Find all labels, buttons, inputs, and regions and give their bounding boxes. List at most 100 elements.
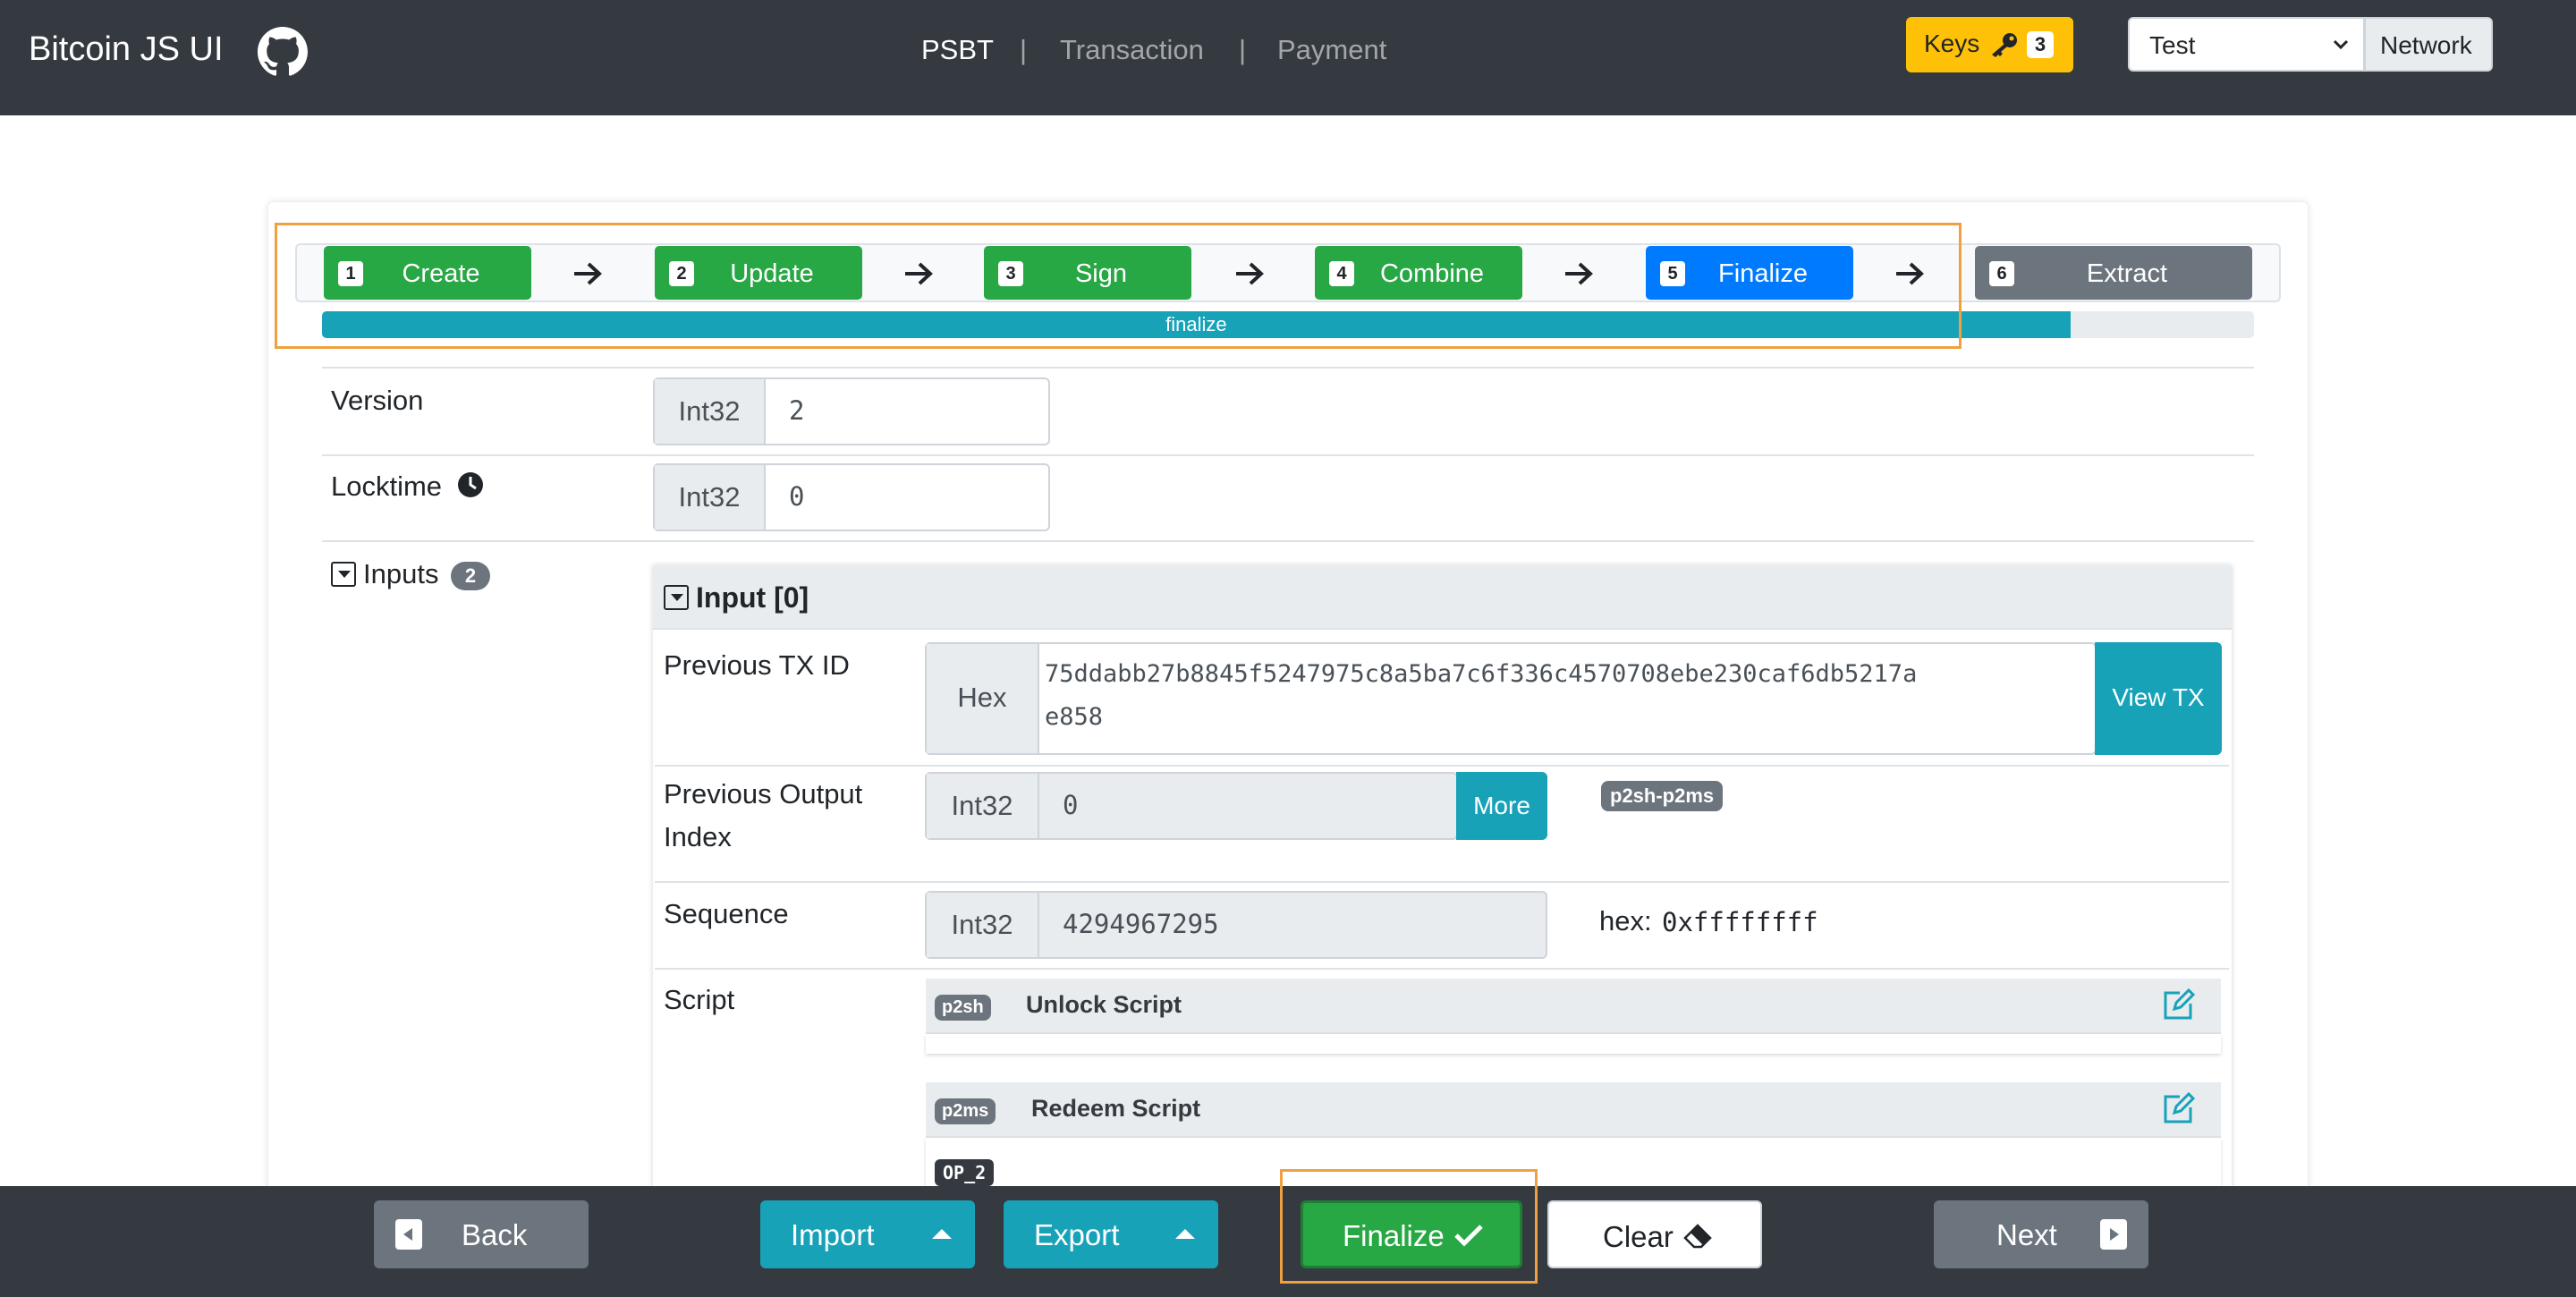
collapse-caret-icon[interactable] [331, 562, 356, 587]
arrow-right-icon [905, 262, 933, 285]
prev-txid-line-2[interactable]: e858 [1045, 703, 1103, 731]
prev-out-label-2: Index [664, 821, 732, 852]
redeem-script-body: OP_2 [926, 1138, 2221, 1191]
prev-out-label: Previous Output [664, 778, 863, 810]
divider [655, 765, 2229, 767]
next-label: Next [1996, 1218, 2057, 1251]
keys-button[interactable]: Keys 3 [1906, 17, 2073, 72]
sequence-label: Sequence [664, 898, 789, 929]
keys-count-badge: 3 [2027, 31, 2054, 58]
arrow-right-icon [574, 262, 602, 285]
brand-title[interactable]: Bitcoin JS UI [29, 30, 224, 69]
version-label: Version [331, 385, 424, 416]
input-prefix: Int32 [655, 465, 766, 530]
step-combine[interactable]: 4 Combine [1315, 246, 1522, 300]
caret-left-icon [395, 1219, 422, 1250]
network-label: Network [2364, 17, 2493, 72]
step-label: Finalize [1718, 259, 1808, 288]
redeem-script-title: Redeem Script [1031, 1095, 1201, 1122]
back-label: Back [462, 1218, 528, 1251]
version-input-group: Int32 2 [653, 377, 1050, 445]
clear-label: Clear [1603, 1220, 1674, 1253]
version-input[interactable]: 2 [789, 395, 804, 426]
arrow-right-icon [1565, 262, 1593, 285]
script-label: Script [664, 984, 735, 1015]
progress-bar: finalize [322, 311, 2254, 338]
divider [322, 367, 2254, 369]
chevron-down-icon [2333, 39, 2349, 50]
export-button[interactable]: Export [1004, 1200, 1218, 1268]
import-button[interactable]: Import [760, 1200, 975, 1268]
prev-out-input-group: Int32 0 [925, 772, 1458, 840]
arrow-right-icon [1896, 262, 1924, 285]
unlock-script-header[interactable]: p2sh Unlock Script [926, 979, 2221, 1034]
nav-psbt[interactable]: PSBT [921, 34, 994, 66]
sequence-input[interactable]: 4294967295 [1063, 909, 1219, 939]
input-prefix: Int32 [927, 893, 1039, 957]
hex-label: hex: [1599, 905, 1652, 937]
nav-separator: | [1020, 34, 1028, 65]
inputs-label[interactable]: Inputs [363, 558, 438, 590]
network-select-value: Test [2149, 31, 2196, 59]
redeem-script-badge: p2ms [935, 1098, 996, 1124]
progress-fill: finalize [322, 311, 2071, 338]
nav-payment[interactable]: Payment [1277, 34, 1386, 66]
unlock-script-badge: p2sh [935, 995, 991, 1021]
prev-txid-line-1[interactable]: 75ddabb27b8845f5247975c8a5ba7c6f336c4570… [1045, 660, 1917, 688]
prev-txid-input-group: Hex 75ddabb27b8845f5247975c8a5ba7c6f336c… [925, 642, 2097, 755]
inputs-count-badge: 2 [451, 562, 490, 590]
input-prefix: Hex [927, 644, 1039, 753]
more-button[interactable]: More [1456, 772, 1547, 840]
check-icon [1454, 1225, 1483, 1247]
nav-transaction[interactable]: Transaction [1060, 34, 1204, 66]
step-label: Sign [1074, 259, 1128, 288]
redeem-script-header[interactable]: p2ms Redeem Script [926, 1082, 2221, 1138]
script-type-badge: p2sh-p2ms [1601, 781, 1724, 811]
step-extract[interactable]: 6 Extract [1975, 246, 2252, 300]
unlock-script-body [926, 1034, 2221, 1054]
view-tx-button[interactable]: View TX [2095, 642, 2222, 755]
back-button[interactable]: Back [374, 1200, 589, 1268]
input-0-title[interactable]: Input [0] [696, 581, 809, 615]
opcode-badge: OP_2 [935, 1159, 995, 1186]
eraser-icon [1683, 1224, 1712, 1249]
edit-icon[interactable] [2160, 1091, 2196, 1127]
edit-icon[interactable] [2160, 988, 2196, 1023]
step-finalize[interactable]: 5 Finalize [1646, 246, 1853, 300]
github-icon[interactable] [258, 27, 308, 77]
keys-label: Keys [1924, 30, 1980, 57]
step-sign[interactable]: 3 Sign [984, 246, 1191, 300]
divider [322, 540, 2254, 542]
top-navbar: Bitcoin JS UI PSBT | Transaction | Payme… [0, 0, 2576, 115]
sequence-input-group: Int32 4294967295 [925, 891, 1547, 959]
divider [322, 454, 2254, 456]
input-prefix: Int32 [655, 379, 766, 444]
input-0-header[interactable] [653, 565, 2232, 630]
finalize-button[interactable]: Finalize [1301, 1200, 1522, 1268]
step-create[interactable]: 1 Create [324, 246, 531, 300]
step-label: Extract [2086, 259, 2168, 288]
arrow-right-icon [1236, 262, 1264, 285]
key-icon [1992, 33, 2017, 57]
nav-separator: | [1239, 34, 1247, 65]
import-label: Import [791, 1218, 875, 1251]
step-label: Combine [1379, 259, 1485, 288]
prev-txid-label: Previous TX ID [664, 649, 850, 681]
caret-up-icon[interactable] [932, 1229, 952, 1239]
caret-up-icon[interactable] [1175, 1229, 1195, 1239]
collapse-caret-icon[interactable] [664, 585, 689, 610]
network-select[interactable]: Test [2128, 17, 2365, 72]
divider [655, 968, 2229, 970]
unlock-script-title: Unlock Script [1026, 991, 1182, 1018]
clear-button[interactable]: Clear [1547, 1200, 1762, 1268]
locktime-input-group: Int32 0 [653, 463, 1050, 531]
step-label: Update [730, 259, 814, 288]
divider [655, 881, 2229, 883]
export-label: Export [1034, 1218, 1120, 1251]
step-update[interactable]: 2 Update [655, 246, 862, 300]
next-button[interactable]: Next [1934, 1200, 2148, 1268]
prev-out-input[interactable]: 0 [1063, 790, 1078, 820]
finalize-label: Finalize [1343, 1219, 1445, 1252]
locktime-input[interactable]: 0 [789, 481, 804, 512]
hex-value: 0xffffffff [1662, 907, 1818, 937]
